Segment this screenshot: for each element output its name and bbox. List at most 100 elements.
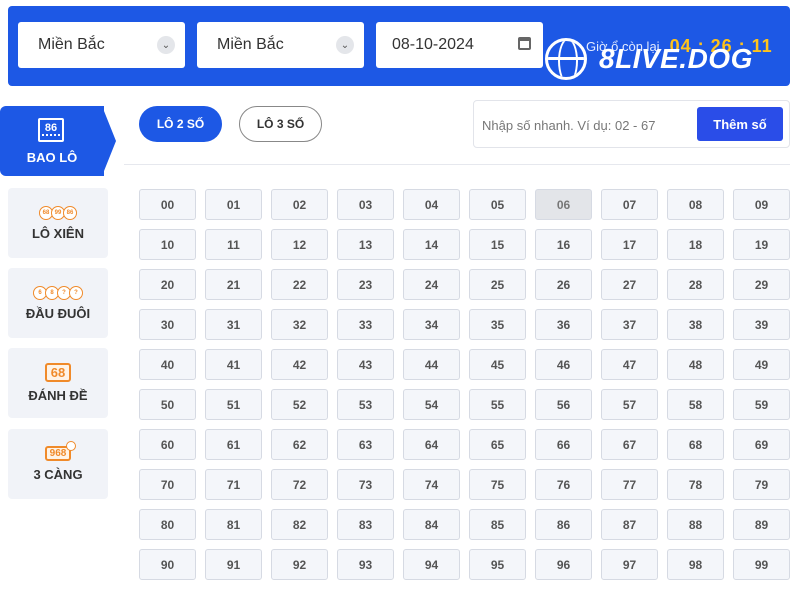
number-cell[interactable]: 52: [271, 389, 328, 420]
number-cell[interactable]: 59: [733, 389, 790, 420]
number-cell[interactable]: 08: [667, 189, 724, 220]
number-cell[interactable]: 93: [337, 549, 394, 580]
number-cell[interactable]: 01: [205, 189, 262, 220]
number-cell[interactable]: 70: [139, 469, 196, 500]
number-cell[interactable]: 34: [403, 309, 460, 340]
number-cell[interactable]: 97: [601, 549, 658, 580]
number-cell[interactable]: 20: [139, 269, 196, 300]
number-cell[interactable]: 95: [469, 549, 526, 580]
number-cell[interactable]: 29: [733, 269, 790, 300]
tab-lo-2-so[interactable]: LÔ 2 SỐ: [139, 106, 222, 142]
number-cell[interactable]: 64: [403, 429, 460, 460]
number-cell[interactable]: 02: [271, 189, 328, 220]
number-cell[interactable]: 14: [403, 229, 460, 260]
number-cell[interactable]: 10: [139, 229, 196, 260]
region-select-1[interactable]: Miền Bắc ⌄: [18, 22, 185, 68]
number-cell[interactable]: 42: [271, 349, 328, 380]
number-cell[interactable]: 55: [469, 389, 526, 420]
number-cell[interactable]: 31: [205, 309, 262, 340]
number-cell[interactable]: 56: [535, 389, 592, 420]
number-cell[interactable]: 92: [271, 549, 328, 580]
number-cell[interactable]: 38: [667, 309, 724, 340]
number-cell[interactable]: 68: [667, 429, 724, 460]
tab-lo-3-so[interactable]: LÔ 3 SỐ: [239, 106, 322, 142]
number-cell[interactable]: 65: [469, 429, 526, 460]
number-cell[interactable]: 13: [337, 229, 394, 260]
number-cell[interactable]: 84: [403, 509, 460, 540]
number-cell[interactable]: 07: [601, 189, 658, 220]
number-cell[interactable]: 12: [271, 229, 328, 260]
number-cell[interactable]: 18: [667, 229, 724, 260]
number-cell[interactable]: 67: [601, 429, 658, 460]
number-cell[interactable]: 09: [733, 189, 790, 220]
number-cell[interactable]: 47: [601, 349, 658, 380]
number-cell[interactable]: 80: [139, 509, 196, 540]
number-cell[interactable]: 87: [601, 509, 658, 540]
number-cell[interactable]: 88: [667, 509, 724, 540]
number-cell[interactable]: 85: [469, 509, 526, 540]
number-cell[interactable]: 27: [601, 269, 658, 300]
number-cell[interactable]: 35: [469, 309, 526, 340]
number-cell[interactable]: 24: [403, 269, 460, 300]
sidebar-item-lo-xien[interactable]: 68 99 86 LÔ XIÊN: [8, 188, 108, 258]
number-cell[interactable]: 90: [139, 549, 196, 580]
number-cell[interactable]: 11: [205, 229, 262, 260]
number-cell[interactable]: 22: [271, 269, 328, 300]
sidebar-item-bao-lo[interactable]: 86 BAO LÔ: [0, 106, 116, 176]
number-cell[interactable]: 23: [337, 269, 394, 300]
number-cell[interactable]: 99: [733, 549, 790, 580]
number-cell[interactable]: 17: [601, 229, 658, 260]
number-cell[interactable]: 57: [601, 389, 658, 420]
number-cell[interactable]: 71: [205, 469, 262, 500]
date-picker[interactable]: 08-10-2024: [376, 22, 543, 68]
number-cell[interactable]: 21: [205, 269, 262, 300]
number-cell[interactable]: 51: [205, 389, 262, 420]
number-cell[interactable]: 69: [733, 429, 790, 460]
sidebar-item-danh-de[interactable]: 68 ĐÁNH ĐỀ: [8, 348, 108, 418]
number-cell[interactable]: 83: [337, 509, 394, 540]
number-cell[interactable]: 73: [337, 469, 394, 500]
number-cell[interactable]: 45: [469, 349, 526, 380]
number-cell[interactable]: 75: [469, 469, 526, 500]
number-cell[interactable]: 62: [271, 429, 328, 460]
number-cell[interactable]: 78: [667, 469, 724, 500]
number-cell[interactable]: 79: [733, 469, 790, 500]
number-cell[interactable]: 46: [535, 349, 592, 380]
number-cell[interactable]: 05: [469, 189, 526, 220]
number-cell[interactable]: 89: [733, 509, 790, 540]
number-cell[interactable]: 41: [205, 349, 262, 380]
number-cell[interactable]: 63: [337, 429, 394, 460]
sidebar-item-dau-duoi[interactable]: 6 8 ? ? ĐẦU ĐUÔI: [8, 268, 108, 338]
number-cell[interactable]: 77: [601, 469, 658, 500]
number-cell[interactable]: 53: [337, 389, 394, 420]
add-number-button[interactable]: Thêm số: [697, 107, 783, 141]
number-cell[interactable]: 91: [205, 549, 262, 580]
number-cell[interactable]: 03: [337, 189, 394, 220]
number-cell[interactable]: 76: [535, 469, 592, 500]
number-cell[interactable]: 48: [667, 349, 724, 380]
number-cell[interactable]: 26: [535, 269, 592, 300]
number-cell[interactable]: 61: [205, 429, 262, 460]
number-cell[interactable]: 43: [337, 349, 394, 380]
number-cell[interactable]: 82: [271, 509, 328, 540]
number-cell[interactable]: 81: [205, 509, 262, 540]
number-cell[interactable]: 66: [535, 429, 592, 460]
number-cell[interactable]: 39: [733, 309, 790, 340]
number-cell[interactable]: 98: [667, 549, 724, 580]
number-cell[interactable]: 40: [139, 349, 196, 380]
number-cell[interactable]: 74: [403, 469, 460, 500]
number-cell[interactable]: 72: [271, 469, 328, 500]
number-cell[interactable]: 54: [403, 389, 460, 420]
quick-number-input[interactable]: [482, 109, 682, 141]
number-cell[interactable]: 96: [535, 549, 592, 580]
number-cell[interactable]: 25: [469, 269, 526, 300]
number-cell[interactable]: 33: [337, 309, 394, 340]
number-cell[interactable]: 60: [139, 429, 196, 460]
number-cell[interactable]: 15: [469, 229, 526, 260]
number-cell[interactable]: 50: [139, 389, 196, 420]
number-cell[interactable]: 36: [535, 309, 592, 340]
region-select-2[interactable]: Miền Bắc ⌄: [197, 22, 364, 68]
number-cell[interactable]: 44: [403, 349, 460, 380]
number-cell[interactable]: 00: [139, 189, 196, 220]
number-cell[interactable]: 19: [733, 229, 790, 260]
